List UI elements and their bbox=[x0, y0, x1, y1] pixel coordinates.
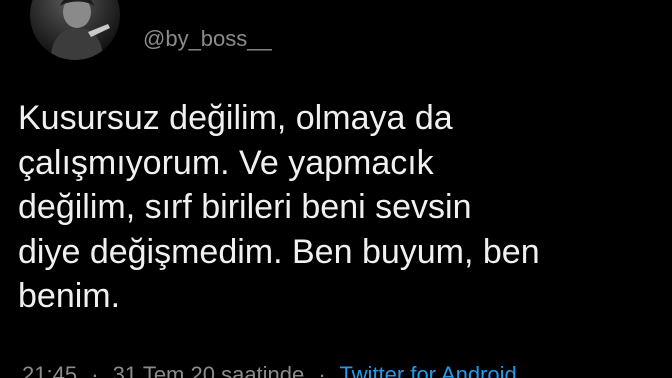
tweet-meta: 21:45 · 31 Tem 20 saatinde · Twitter for… bbox=[22, 362, 517, 378]
tweet-line: çalışmıyorum. Ve yapmacık bbox=[18, 143, 434, 182]
tweet-date[interactable]: 31 Tem 20 saatinde bbox=[113, 362, 305, 378]
avatar[interactable] bbox=[30, 0, 120, 60]
tweet-card: @by_boss__ Kusursuz değilim, olmaya da ç… bbox=[0, 0, 672, 378]
tweet-line: benim. bbox=[18, 277, 121, 315]
tweet-source-link[interactable]: Twitter for Android bbox=[339, 362, 516, 378]
user-handle[interactable]: @by_boss__ bbox=[143, 25, 272, 53]
tweet-time[interactable]: 21:45 bbox=[22, 362, 77, 378]
tweet-line: Kusursuz değilim, olmaya da bbox=[18, 99, 453, 137]
tweet-line: diye değişmedim. Ben buyum, ben bbox=[18, 232, 540, 271]
profile-photo-icon bbox=[50, 0, 110, 60]
tweet-line: değilim, sırf birileri beni sevsin bbox=[18, 188, 472, 226]
tweet-text: Kusursuz değilim, olmaya da çalışmıyorum… bbox=[18, 96, 658, 319]
meta-separator: · bbox=[91, 362, 99, 378]
meta-separator: · bbox=[318, 362, 326, 378]
